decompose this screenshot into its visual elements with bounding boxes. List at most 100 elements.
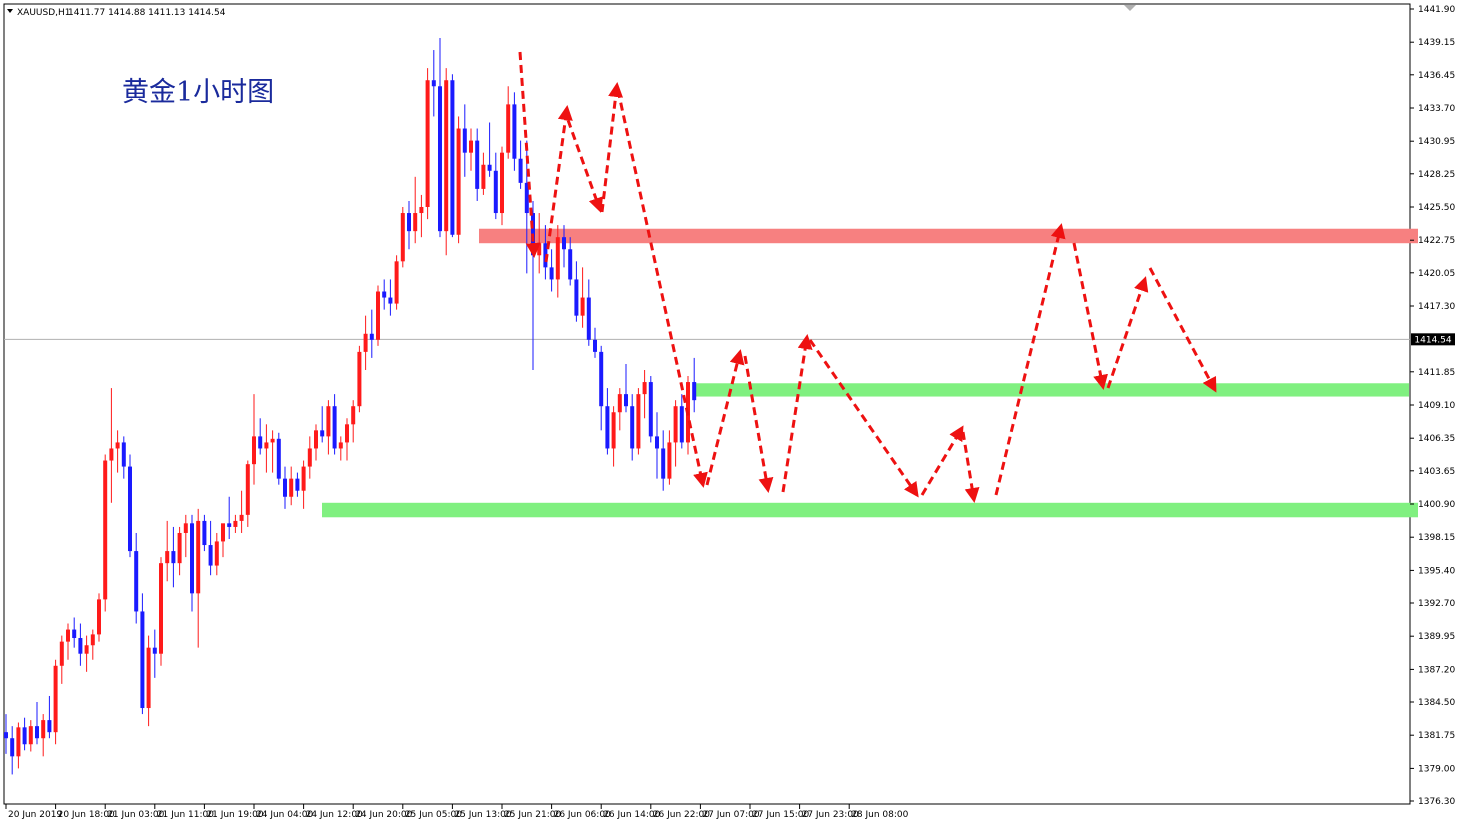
candle-body [481,164,486,189]
zone-support-upper [696,383,1409,397]
candle-body [4,732,8,739]
candle-body [22,727,27,745]
y-tick-label: 1439.15 [1418,38,1455,48]
candle-body [252,436,256,465]
candle [128,454,132,558]
candle-body [630,406,635,449]
candle-body [307,448,312,467]
candle-body [493,170,498,214]
y-tick-label: 1422.75 [1418,236,1455,246]
candle-body [487,164,492,171]
candle-body [41,720,46,739]
candle [159,557,163,666]
candle-body [611,412,616,449]
candle-body [599,351,604,407]
candle-body [165,551,170,564]
candle-body [134,551,139,612]
candle-body [624,394,628,407]
plot-area [3,3,1411,805]
candle-body [617,394,622,413]
y-tick-label: 1376.30 [1418,797,1455,807]
candle-body [692,382,697,401]
candle-body [586,297,591,340]
candle-body [518,158,523,183]
candle-body [190,523,194,594]
candle-body [177,532,182,564]
candle-body [506,104,511,153]
y-tick-label: 1392.70 [1418,599,1455,609]
candle-body [462,128,467,153]
candle-body [121,442,126,467]
price-chart[interactable]: XAUUSD,H1 1411.77 1414.88 1411.13 1414.5… [0,0,1460,827]
candle-body [214,541,219,566]
zone-resistance [479,228,1418,244]
candle-body [245,464,250,515]
y-tick-label: 1409.10 [1418,401,1455,411]
candle-body [562,237,566,250]
candle-body [419,207,424,214]
candle-body [115,442,120,449]
y-tick-label: 1403.65 [1418,467,1455,477]
candle-body [661,448,666,479]
candle-body [128,466,132,552]
y-tick-label: 1428.25 [1418,170,1455,180]
candle-body [400,213,405,262]
candle-body [500,152,504,214]
candle-body [109,448,114,461]
x-tick-label: 28 Jun 08:00 [851,810,908,820]
y-tick-label: 1389.95 [1418,632,1455,642]
candle-body [314,430,318,449]
candle-body [146,647,151,709]
y-tick-label: 1425.50 [1418,203,1455,213]
candle-body [53,665,58,733]
candle-body [425,80,430,207]
chart-annotation-title: 黄金1小时图 [122,77,274,108]
candle-body [679,406,684,443]
candle-body [593,339,597,352]
candle-body [345,424,349,443]
y-tick-label: 1430.95 [1418,137,1455,147]
candle-body [376,291,380,340]
y-tick-label: 1406.35 [1418,434,1455,444]
candle-body [233,520,238,527]
candle-body [283,478,287,497]
candle [425,68,430,220]
y-tick-label: 1417.30 [1418,302,1455,312]
candle [357,345,362,413]
candle-body [655,436,659,449]
candle-body [326,406,331,437]
candle-body [221,523,225,542]
candle-body [59,641,64,666]
candle-body [35,726,39,739]
candle-body [28,726,33,745]
candle-body [363,333,368,352]
y-tick-label: 1384.50 [1418,698,1455,708]
candle-body [413,213,418,232]
candle [450,74,455,238]
candle-body [320,430,325,437]
candle-body [357,351,362,407]
candle-body [605,406,610,449]
candle-body [431,80,436,87]
candle-body [208,545,213,566]
candle-body [72,629,77,639]
candle-body [450,80,455,235]
candle-body [394,261,399,304]
candle-body [140,611,145,709]
candle-body [338,442,343,449]
candle-body [202,520,207,546]
candle-body [642,382,647,395]
current-price-label: 1414.54 [1414,335,1451,345]
candle-body [438,86,442,232]
candle [53,659,58,745]
candle [376,285,380,346]
y-tick-label: 1381.75 [1418,731,1455,741]
candle [648,376,653,443]
price-axis: 1441.90 1439.15 1436.45 1433.70 1430.95 1428.… [1410,5,1455,807]
candle-body [10,738,15,757]
y-tick-label: 1441.90 [1418,5,1455,15]
candle-body [47,720,52,733]
candle [103,454,108,612]
candle-body [574,279,579,316]
y-tick-label: 1398.15 [1418,533,1455,543]
